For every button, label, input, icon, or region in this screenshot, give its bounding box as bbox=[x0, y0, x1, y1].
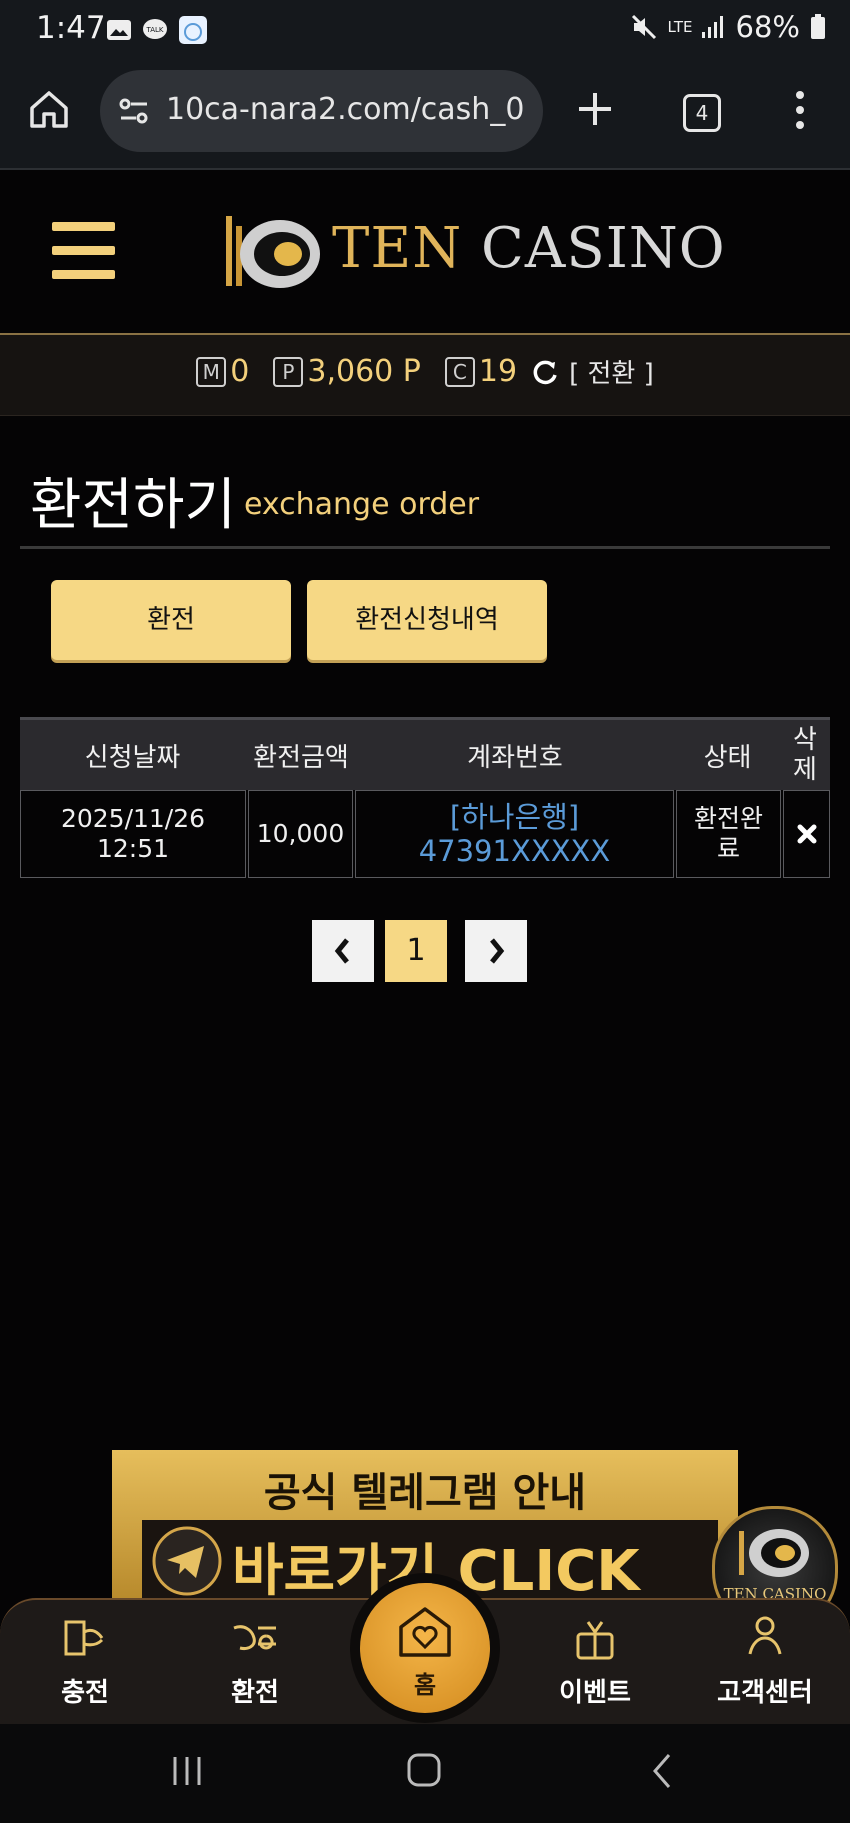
tab-switcher-button[interactable]: 4 bbox=[683, 94, 721, 132]
battery-percent: 68% bbox=[735, 10, 800, 44]
nav-event[interactable]: 이벤트 bbox=[525, 1600, 665, 1726]
android-navigation-bar bbox=[0, 1724, 850, 1823]
table-header: 신청날짜 환전금액 계좌번호 상태 삭제 bbox=[20, 717, 830, 790]
home-icon[interactable] bbox=[28, 88, 70, 130]
header-account: 계좌번호 bbox=[467, 742, 563, 773]
telegram-icon bbox=[152, 1526, 222, 1596]
header-amount: 환전금액 bbox=[253, 742, 349, 773]
nav-support[interactable]: 고객센터 bbox=[695, 1600, 835, 1726]
url-text[interactable]: 10ca-nara2.com/cash_0 bbox=[166, 92, 532, 127]
cell-account[interactable]: [하나은행] 47391XXXXX bbox=[355, 790, 674, 878]
support-agent-icon bbox=[748, 1616, 782, 1655]
point-balance: P 3,060 P bbox=[273, 354, 421, 389]
recent-apps-icon[interactable] bbox=[170, 1754, 204, 1788]
points-bar: M0 P 3,060 P C 19 [ 전환 ] bbox=[0, 335, 850, 416]
android-home-icon[interactable] bbox=[406, 1752, 442, 1788]
header-date: 신청날짜 bbox=[84, 742, 181, 773]
network-label: LTE bbox=[667, 18, 693, 36]
close-icon[interactable] bbox=[797, 824, 817, 844]
title-divider bbox=[20, 546, 830, 549]
status-time: 1:47 bbox=[36, 10, 106, 46]
prev-page-button[interactable] bbox=[312, 920, 374, 982]
url-bar[interactable]: 10ca-nara2.com/cash_0 bbox=[100, 70, 543, 152]
home-heart-icon bbox=[399, 1607, 451, 1657]
page-title: 환전하기 bbox=[30, 473, 237, 538]
back-icon[interactable] bbox=[650, 1752, 674, 1790]
money-icon: M bbox=[196, 356, 227, 387]
chevron-left-icon[interactable] bbox=[332, 936, 354, 966]
new-tab-icon[interactable] bbox=[576, 90, 614, 128]
coupon-balance: C 19 bbox=[444, 354, 517, 389]
svg-text:TALK: TALK bbox=[145, 26, 163, 34]
cell-amount: 10,000 bbox=[248, 790, 353, 878]
battery-icon bbox=[811, 14, 825, 39]
point-icon: P bbox=[273, 356, 304, 387]
nav-charge[interactable]: 충전 bbox=[15, 1600, 155, 1726]
nav-home-button[interactable]: 홈 bbox=[360, 1583, 490, 1713]
header-delete: 삭제 bbox=[793, 725, 817, 785]
kakaotalk-notification-icon: TALK bbox=[143, 19, 167, 39]
page-number-button[interactable]: 1 bbox=[385, 920, 447, 982]
exchange-icon bbox=[233, 1625, 276, 1650]
mute-icon bbox=[631, 14, 656, 40]
charge-icon bbox=[64, 1620, 104, 1656]
money-balance: M0 bbox=[196, 354, 249, 389]
site-logo[interactable]: TEN CASINO bbox=[332, 216, 726, 281]
gift-icon bbox=[576, 1621, 614, 1660]
site-header: TEN CASINO bbox=[0, 170, 850, 335]
telegram-banner[interactable]: 공식 텔레그램 안내 바로가기 CLICK bbox=[112, 1450, 738, 1604]
app-notification-icon bbox=[179, 16, 207, 44]
banner-title: 공식 텔레그램 안내 bbox=[263, 1470, 587, 1516]
page-subtitle: exchange order bbox=[244, 487, 480, 522]
casino-logo-icon bbox=[739, 1529, 809, 1577]
status-right: LTE 68% bbox=[630, 10, 826, 44]
chevron-right-icon[interactable] bbox=[485, 936, 507, 966]
hamburger-menu-icon[interactable] bbox=[52, 222, 115, 284]
refresh-icon[interactable] bbox=[531, 358, 559, 386]
gallery-notification-icon bbox=[107, 20, 131, 40]
home-label: 홈 bbox=[413, 1671, 437, 1699]
more-menu-icon[interactable] bbox=[790, 88, 810, 132]
casino-logo-icon bbox=[226, 216, 320, 288]
coupon-icon: C bbox=[444, 356, 475, 387]
exchange-history-tab-button[interactable]: 환전신청내역 bbox=[307, 580, 547, 660]
table-row: 2025/11/26 12:51 10,000 [하나은행] 47391XXXXX … bbox=[20, 790, 830, 880]
header-status: 상태 bbox=[703, 742, 752, 773]
exchange-tab-button[interactable]: 환전 bbox=[51, 580, 291, 660]
signal-icon bbox=[701, 16, 723, 38]
status-bar: 1:47 TALK LTE 68% bbox=[0, 0, 850, 60]
cell-date: 2025/11/26 12:51 bbox=[20, 790, 246, 878]
convert-points-button[interactable]: [ 전환 ] bbox=[569, 353, 654, 390]
cell-status: 환전완료 bbox=[676, 790, 781, 878]
site-settings-icon[interactable] bbox=[118, 95, 150, 127]
next-page-button[interactable] bbox=[465, 920, 527, 982]
delete-button[interactable] bbox=[783, 790, 830, 878]
nav-exchange[interactable]: 환전 bbox=[185, 1600, 325, 1726]
